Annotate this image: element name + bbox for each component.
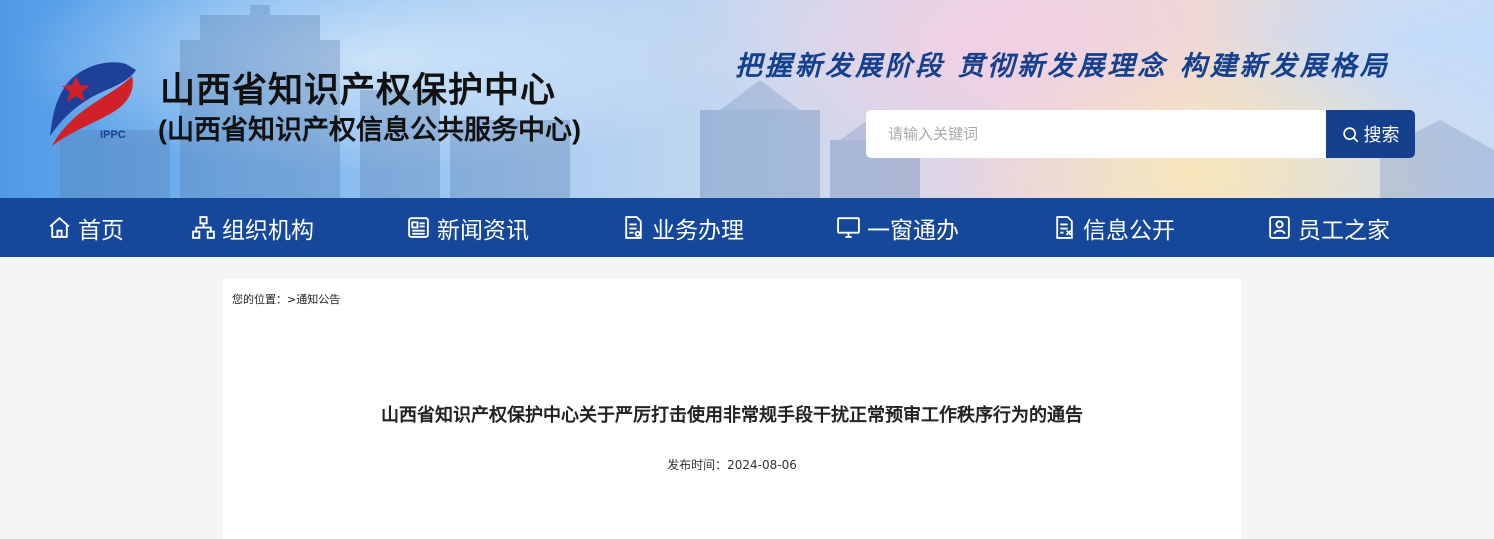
search-input[interactable] <box>866 110 1326 158</box>
article-panel: 您的位置：>通知公告 山西省知识产权保护中心关于严厉打击使用非常规手段干扰正常预… <box>223 279 1241 539</box>
search-button[interactable]: 搜索 <box>1326 110 1415 158</box>
article-date: 发布时间：2024-08-06 <box>223 456 1241 473</box>
date-label: 发布时间： <box>667 458 728 472</box>
breadcrumb-link-notices[interactable]: 通知公告 <box>296 293 340 306</box>
search-button-label: 搜索 <box>1363 125 1400 146</box>
slogan: 把握新发展阶段 贯彻新发展理念 构建新发展格局 <box>735 51 1390 82</box>
breadcrumb-prefix: 您的位置： <box>232 293 287 306</box>
staff-icon <box>1269 216 1290 239</box>
nav-item-label: 信息公开 <box>1083 217 1175 244</box>
nav-item-info-disclosure[interactable]: 信息公开 <box>1052 198 1175 257</box>
ippc-logo: IPPC <box>50 62 136 146</box>
nav-item-one-window[interactable]: 一窗通办 <box>836 198 959 257</box>
article-title: 山西省知识产权保护中心关于严厉打击使用非常规手段干扰正常预审工作秩序行为的通告 <box>381 405 1083 426</box>
nav-item-label: 组织机构 <box>222 217 314 244</box>
nav-item-label: 业务办理 <box>652 217 744 244</box>
logo-text: IPPC <box>100 129 126 141</box>
nav-item-label: 一窗通办 <box>867 217 959 244</box>
nav-item-business[interactable]: 业务办理 <box>621 198 744 257</box>
nav-item-label: 员工之家 <box>1298 217 1390 244</box>
search-icon <box>1342 126 1358 142</box>
date-value: 2024-08-06 <box>727 458 797 472</box>
org-chart-icon <box>192 216 215 239</box>
nav-item-news[interactable]: 新闻资讯 <box>406 198 529 257</box>
news-icon <box>408 217 429 238</box>
document-icon <box>625 216 642 239</box>
org-name: 山西省知识产权保护中心 <box>160 71 557 110</box>
breadcrumb: 您的位置：>通知公告 <box>232 291 340 307</box>
nav-item-label: 首页 <box>78 217 124 244</box>
monitor-icon <box>837 217 860 238</box>
home-icon <box>49 216 70 238</box>
info-document-icon <box>1056 216 1073 239</box>
nav-item-label: 新闻资讯 <box>437 217 529 244</box>
nav-item-staff-home[interactable]: 员工之家 <box>1267 198 1390 257</box>
header-banner: IPPC 山西省知识产权保护中心 (山西省知识产权信息公共服务中心) 把握新发展… <box>0 0 1494 198</box>
main-nav: 首页 组织机构 新闻资讯 业务办理 一窗通办 信息公开 员工之家 <box>0 198 1494 257</box>
org-subname: (山西省知识产权信息公共服务中心) <box>158 115 581 145</box>
nav-item-organization[interactable]: 组织机构 <box>191 198 314 257</box>
nav-item-home[interactable]: 首页 <box>47 198 124 257</box>
breadcrumb-separator: > <box>287 293 297 306</box>
